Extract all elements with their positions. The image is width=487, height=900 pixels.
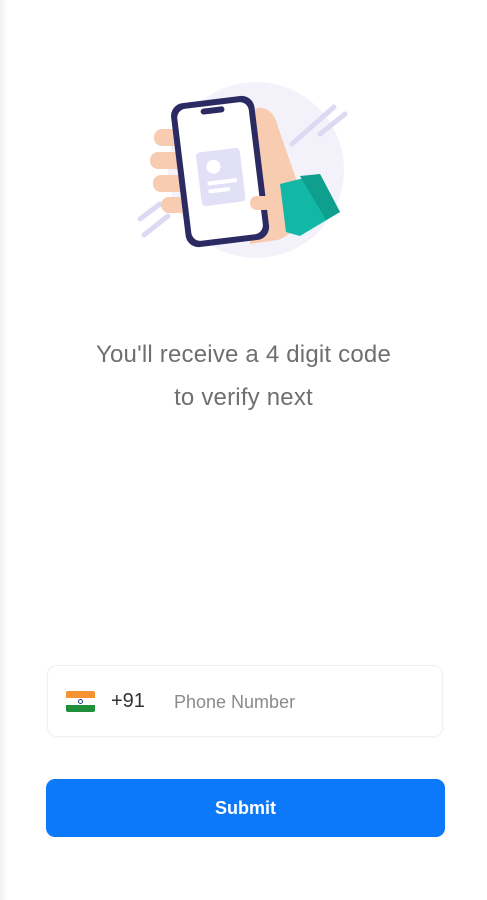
submit-button[interactable]: Submit xyxy=(46,779,445,837)
phone-number-field[interactable]: +91 xyxy=(47,665,443,737)
country-code[interactable]: +91 xyxy=(111,690,145,713)
phone-number-input[interactable] xyxy=(174,686,424,718)
message-line-2: to verify next xyxy=(174,384,313,411)
verification-message: You'll receive a 4 digit code to verify … xyxy=(0,333,487,419)
message-line-1: You'll receive a 4 digit code xyxy=(95,341,392,368)
screen-edge-shadow xyxy=(0,0,8,900)
hand-holding-phone-icon xyxy=(137,82,348,258)
india-flag-icon[interactable] xyxy=(66,691,95,712)
verification-screen: You'll receive a 4 digit code to verify … xyxy=(0,0,487,900)
